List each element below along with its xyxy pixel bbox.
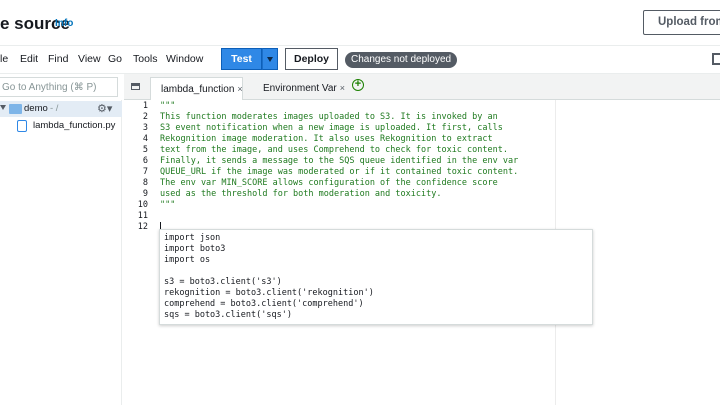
line-number: 12 — [137, 222, 148, 232]
close-icon[interactable]: × — [237, 84, 242, 94]
line-number: 4 — [142, 134, 148, 144]
line-number: 7 — [142, 167, 148, 177]
status-badge: Changes not deployed — [345, 52, 458, 68]
menu-view[interactable]: View — [78, 53, 101, 65]
code-line: text from the image, and uses Comprehend… — [160, 145, 508, 155]
menu-go[interactable]: Go — [108, 53, 122, 65]
suggestion-line: rekognition = boto3.client('rekognition'… — [164, 288, 374, 298]
file-tree: demo - / ⚙▾ lambda_function.py — [0, 100, 122, 405]
code-line: Rekognition image moderation. It also us… — [160, 134, 493, 144]
tab-label: lambda_function — [161, 84, 235, 95]
code-line: This function moderates images uploaded … — [160, 112, 498, 122]
suggestion-line: comprehend = boto3.client('comprehend') — [164, 299, 364, 309]
go-to-anything-input[interactable]: Go to Anything (⌘ P) — [0, 77, 118, 97]
line-number: 8 — [142, 178, 148, 188]
python-file-icon — [17, 120, 27, 132]
tree-folder-demo[interactable]: demo - / ⚙▾ — [0, 101, 122, 117]
line-number: 2 — [142, 112, 148, 122]
menu-tools[interactable]: Tools — [133, 53, 158, 65]
suggestion-line: sqs = boto3.client('sqs') — [164, 310, 292, 320]
deploy-button[interactable]: Deploy — [285, 48, 338, 70]
ide-menubar: le Edit Find View Go Tools Window Test D… — [0, 45, 720, 73]
suggestion-line: s3 = boto3.client('s3') — [164, 277, 282, 287]
line-number: 1 — [142, 101, 148, 111]
line-number: 11 — [137, 211, 148, 221]
code-line: """ — [160, 200, 176, 210]
test-button[interactable]: Test — [221, 48, 262, 70]
gear-icon[interactable]: ⚙▾ — [97, 102, 112, 115]
close-icon[interactable]: × — [340, 83, 345, 93]
file-label: lambda_function.py — [33, 120, 116, 131]
menu-find[interactable]: Find — [48, 53, 68, 65]
line-number: 10 — [137, 200, 148, 210]
code-line: The env var MIN_SCORE allows configurati… — [160, 178, 498, 188]
menu-file[interactable]: le — [0, 53, 8, 65]
code-line: QUEUE_URL if the image was moderated or … — [160, 167, 519, 177]
add-tab-icon[interactable]: + — [352, 79, 364, 91]
code-line: """ — [160, 101, 176, 111]
line-number: 5 — [142, 145, 148, 155]
editor-tab-strip: lambda_function × Environment Var × + — [124, 74, 720, 100]
line-number-gutter: 1 2 3 4 5 6 7 8 9 10 11 12 — [124, 100, 154, 405]
menu-edit[interactable]: Edit — [20, 53, 38, 65]
test-dropdown-icon[interactable] — [262, 48, 278, 70]
tab-lambda-function[interactable]: lambda_function × — [150, 77, 243, 100]
line-number: 9 — [142, 189, 148, 199]
expand-triangle-icon[interactable] — [0, 105, 6, 110]
code-line: used as the threshold for both moderatio… — [160, 189, 442, 199]
tab-menu-icon[interactable] — [131, 83, 140, 90]
folder-suffix: - / — [50, 103, 59, 114]
tree-file-lambda[interactable]: lambda_function.py — [0, 118, 122, 134]
upload-from-button[interactable]: Upload from — [643, 10, 720, 35]
suggestion-line: import boto3 — [164, 244, 226, 254]
suggestion-line: import json — [164, 233, 221, 243]
info-link[interactable]: Info — [55, 18, 73, 29]
menu-window[interactable]: Window — [166, 53, 203, 65]
code-line: S3 event notification when a new image i… — [160, 123, 503, 133]
folder-label: demo — [24, 103, 48, 114]
fullscreen-icon[interactable] — [712, 53, 720, 65]
tab-label: Environment Var — [263, 83, 337, 94]
line-number: 3 — [142, 123, 148, 133]
suggestion-line: import os — [164, 255, 211, 265]
line-number: 6 — [142, 156, 148, 166]
page-header: e source Info Upload from — [0, 0, 720, 45]
folder-icon — [9, 104, 22, 114]
code-line: Finally, it sends a message to the SQS q… — [160, 156, 519, 166]
code-suggestion-popup[interactable]: import json import boto3 import os s3 = … — [159, 229, 593, 325]
tab-environment-var[interactable]: Environment Var × — [253, 77, 348, 100]
